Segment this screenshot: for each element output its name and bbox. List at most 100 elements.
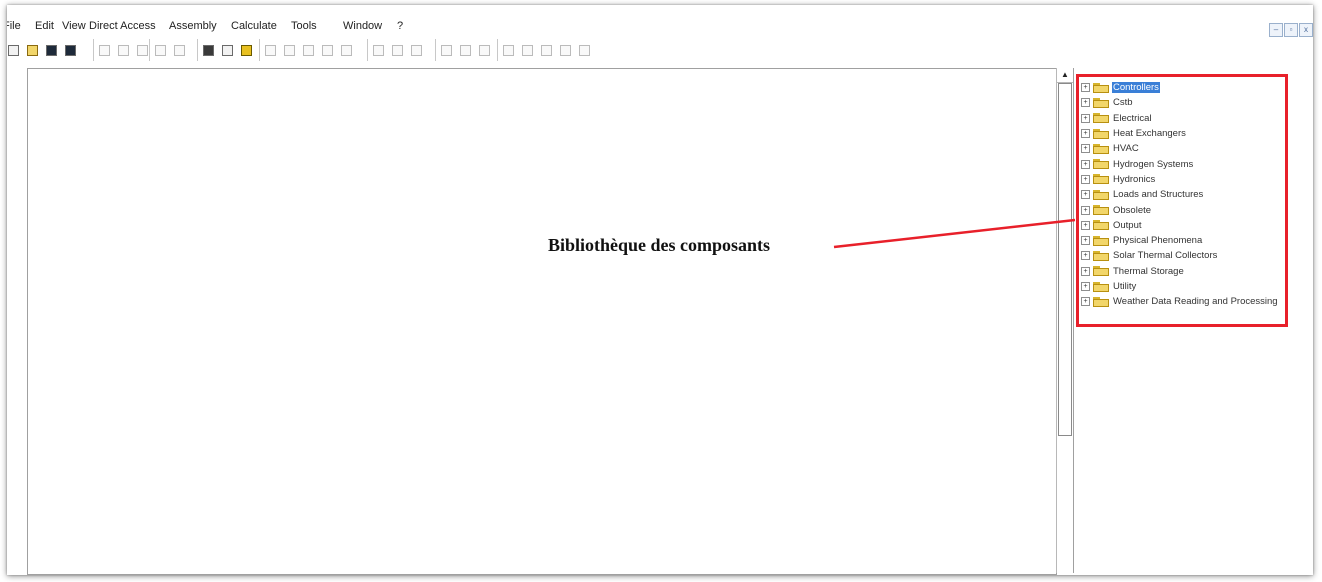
same-width-icon[interactable]: [500, 42, 517, 59]
save-icon[interactable]: [43, 42, 60, 59]
menu-help[interactable]: ?: [397, 20, 403, 32]
assembly-canvas[interactable]: [27, 68, 1057, 575]
folder-icon: [1093, 174, 1109, 185]
minimize-icon[interactable]: –: [1269, 23, 1283, 37]
tree-item-label: Cstb: [1113, 97, 1133, 109]
tree-item-label: Electrical: [1113, 112, 1152, 124]
expand-plus-icon[interactable]: +: [1081, 144, 1090, 154]
redo-icon[interactable]: [171, 42, 188, 59]
folder-icon: [1093, 159, 1109, 170]
tree-item[interactable]: + HVAC: [1081, 141, 1279, 156]
toolbar-group: [435, 39, 497, 61]
align-middle-icon[interactable]: [319, 42, 336, 59]
application-window: File Edit ViewDirect Access Assembly Calcula…: [7, 5, 1313, 575]
menu-tools[interactable]: Tools: [291, 20, 317, 32]
menu-file[interactable]: File: [7, 20, 21, 32]
component-library-panel: + Controllers + Cstb + Electrical + Heat Exchan…: [1073, 68, 1313, 573]
expand-plus-icon[interactable]: +: [1081, 266, 1090, 276]
menu-assembly[interactable]: Assembly: [169, 20, 217, 32]
toolbar-group: [197, 39, 259, 61]
tree-item[interactable]: + Hydrogen Systems: [1081, 156, 1279, 171]
folder-icon: [1093, 220, 1109, 231]
open-icon[interactable]: [24, 42, 41, 59]
grid-icon[interactable]: [557, 42, 574, 59]
menu-view[interactable]: View: [62, 20, 86, 32]
canvas-vertical-scrollbar[interactable]: ▲: [1056, 68, 1074, 573]
expand-plus-icon[interactable]: +: [1081, 251, 1090, 261]
align-center-icon[interactable]: [300, 42, 317, 59]
menu-window[interactable]: Window: [343, 20, 382, 32]
folder-icon: [1093, 82, 1109, 93]
expand-plus-icon[interactable]: +: [1081, 282, 1090, 291]
tree-item[interactable]: + Weather Data Reading and Processing: [1081, 294, 1279, 309]
help-icon[interactable]: [238, 42, 255, 59]
folder-icon: [1093, 189, 1109, 200]
distribute-middle-icon[interactable]: [457, 42, 474, 59]
expand-plus-icon[interactable]: +: [1081, 236, 1090, 246]
menu-edit[interactable]: Edit: [35, 20, 54, 32]
restore-icon[interactable]: ▫: [1284, 23, 1298, 37]
tree-item-label: Solar Thermal Collectors: [1113, 250, 1218, 262]
align-bottom-icon[interactable]: [281, 42, 298, 59]
toolbar-group: [93, 39, 155, 61]
close-icon[interactable]: x: [1299, 23, 1313, 37]
expand-plus-icon[interactable]: +: [1081, 190, 1090, 200]
expand-plus-icon[interactable]: +: [1081, 174, 1090, 184]
scroll-up-arrow-icon[interactable]: ▲: [1057, 68, 1073, 83]
undo-icon[interactable]: [152, 42, 169, 59]
cut-icon[interactable]: [96, 42, 113, 59]
tree-item[interactable]: + Heat Exchangers: [1081, 126, 1279, 141]
menu-calculate[interactable]: Calculate: [231, 20, 277, 32]
distribute-top-icon[interactable]: [438, 42, 455, 59]
folder-icon: [1093, 113, 1109, 124]
tree-item[interactable]: + Thermal Storage: [1081, 264, 1279, 279]
toolbar-group: [259, 39, 359, 61]
tree-item[interactable]: + Utility: [1081, 279, 1279, 294]
tree-item-label: Controllers: [1112, 82, 1160, 94]
save-all-icon[interactable]: [62, 42, 79, 59]
print-icon[interactable]: [200, 42, 217, 59]
tree-item-label: Loads and Structures: [1113, 189, 1204, 201]
align-top-icon[interactable]: [262, 42, 279, 59]
tree-item-label: Hydrogen Systems: [1113, 158, 1194, 170]
expand-plus-icon[interactable]: +: [1081, 220, 1090, 230]
toolbar-group: [7, 39, 83, 61]
tree-item-label: Hydronics: [1113, 173, 1156, 185]
align-connections-icon[interactable]: [338, 42, 355, 59]
tree-item-label: Output: [1113, 219, 1142, 231]
scroll-thumb[interactable]: [1058, 83, 1072, 436]
tree-item[interactable]: + Controllers: [1081, 80, 1279, 95]
tree-item[interactable]: + Hydronics: [1081, 172, 1279, 187]
tree-item[interactable]: + Obsolete: [1081, 202, 1279, 217]
copy-icon[interactable]: [115, 42, 132, 59]
tree-item[interactable]: + Physical Phenomena: [1081, 233, 1279, 248]
expand-plus-icon[interactable]: +: [1081, 159, 1090, 169]
expand-plus-icon[interactable]: +: [1081, 113, 1090, 123]
expand-plus-icon[interactable]: +: [1081, 98, 1090, 108]
folder-icon: [1093, 128, 1109, 139]
same-height-icon[interactable]: [519, 42, 536, 59]
folder-icon: [1093, 205, 1109, 216]
expand-plus-icon[interactable]: +: [1081, 83, 1090, 93]
distribute-bottom-icon[interactable]: [476, 42, 493, 59]
folder-icon: [1093, 97, 1109, 108]
expand-plus-icon[interactable]: +: [1081, 297, 1090, 307]
tree-item[interactable]: + Output: [1081, 218, 1279, 233]
tree-item-label: Heat Exchangers: [1113, 128, 1186, 140]
toolbar-group: [149, 39, 192, 61]
tree-item[interactable]: + Cstb: [1081, 95, 1279, 110]
same-size-icon[interactable]: [538, 42, 555, 59]
distribute-right-icon[interactable]: [408, 42, 425, 59]
expand-plus-icon[interactable]: +: [1081, 129, 1090, 139]
print-preview-icon[interactable]: [219, 42, 236, 59]
expand-plus-icon[interactable]: +: [1081, 205, 1090, 215]
new-icon[interactable]: [7, 42, 22, 59]
window-controls: – ▫ x: [1269, 23, 1313, 37]
distribute-left-icon[interactable]: [370, 42, 387, 59]
tree-item[interactable]: + Loads and Structures: [1081, 187, 1279, 202]
tree-item[interactable]: + Electrical: [1081, 111, 1279, 126]
snap-icon[interactable]: [576, 42, 593, 59]
distribute-center-icon[interactable]: [389, 42, 406, 59]
menu-direct-access[interactable]: Direct Access: [89, 20, 156, 32]
tree-item[interactable]: + Solar Thermal Collectors: [1081, 248, 1279, 263]
